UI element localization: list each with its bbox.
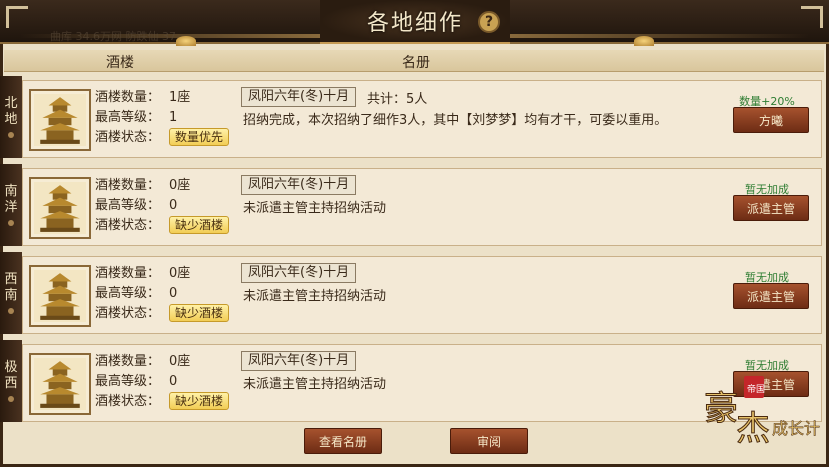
date-box: 凤阳六年(冬)十月 xyxy=(241,351,357,371)
tavern-tower-image xyxy=(34,358,86,410)
region-dot-icon xyxy=(8,220,14,226)
region-row: 酒楼数量： 1座 最高等级： 1 酒楼状态： 数量优先 凤阳六年(冬)十月 共计：5人… xyxy=(22,80,822,158)
tavern-icon xyxy=(29,353,91,415)
region-name-2: 地 xyxy=(4,112,18,127)
tavern-level: 0 xyxy=(169,374,178,389)
count-label: 酒楼数量： xyxy=(95,178,161,193)
tavern-level: 0 xyxy=(169,286,178,301)
region-tab: 极 西 xyxy=(0,340,22,422)
region-name-1: 南 xyxy=(4,184,18,199)
count-label: 酒楼数量： xyxy=(95,90,161,105)
level-label: 最高等级： xyxy=(95,374,161,389)
svg-text:成长计: 成长计 xyxy=(772,419,820,438)
level-label: 最高等级： xyxy=(95,110,161,125)
svg-text:杰: 杰 xyxy=(736,409,770,448)
region-row: 酒楼数量： 0座 最高等级： 0 酒楼状态： 缺少酒楼 凤阳六年(冬)十月 未派遣主管… xyxy=(22,168,822,246)
tavern-icon xyxy=(29,177,91,239)
status-label: 酒楼状态： xyxy=(95,394,161,409)
tavern-tower-image xyxy=(34,94,86,146)
status-badge: 数量优先 xyxy=(169,128,230,146)
level-label: 最高等级： xyxy=(95,286,161,301)
recruit-description: 未派遣主管主持招纳活动 xyxy=(243,289,387,304)
region-tab: 西 南 xyxy=(0,252,22,334)
date-box: 凤阳六年(冬)十月 xyxy=(241,175,357,195)
region-action-button[interactable]: 派遣主管 xyxy=(733,195,809,221)
close-icon[interactable] xyxy=(801,6,823,28)
region-dot-icon xyxy=(8,308,14,314)
header-tavern: 酒楼 xyxy=(106,55,134,71)
region-tab: 南 洋 xyxy=(0,164,22,246)
status-label: 酒楼状态： xyxy=(95,130,161,145)
status-label: 酒楼状态： xyxy=(95,306,161,321)
tavern-count: 1座 xyxy=(169,90,191,105)
top-bar: 曲库 34.6万网 防跌仙 37 各地细作 ? xyxy=(0,0,829,46)
region-action-button[interactable]: 派遣主管 xyxy=(733,283,809,309)
review-button[interactable]: 审阅 xyxy=(450,428,528,454)
tavern-count: 0座 xyxy=(169,354,191,369)
logo-image: 豪 杰 成长计 帝国 xyxy=(704,376,820,450)
total-count: 共计：5人 xyxy=(367,92,428,107)
region-dot-icon xyxy=(8,132,14,138)
status-badge: 缺少酒楼 xyxy=(169,216,230,234)
corner-ornament-left xyxy=(6,6,28,28)
region-row: 酒楼数量： 0座 最高等级： 0 酒楼状态： 缺少酒楼 凤阳六年(冬)十月 未派遣主管… xyxy=(22,256,822,334)
tavern-icon xyxy=(29,89,91,151)
region-tab: 北 地 xyxy=(0,76,22,158)
tavern-count: 0座 xyxy=(169,266,191,281)
status-label: 酒楼状态： xyxy=(95,218,161,233)
svg-text:豪: 豪 xyxy=(704,389,738,429)
tavern-count: 0座 xyxy=(169,178,191,193)
count-label: 酒楼数量： xyxy=(95,354,161,369)
region-name-1: 西 xyxy=(4,272,18,287)
tavern-tower-image xyxy=(34,270,86,322)
recruit-description: 未派遣主管主持招纳活动 xyxy=(243,377,387,392)
recruit-description: 招纳完成，本次招纳了细作3人，其中【刘梦梦】均有才干，可委以重用。 xyxy=(243,113,668,128)
tavern-icon xyxy=(29,265,91,327)
count-label: 酒楼数量： xyxy=(95,266,161,281)
tavern-info: 酒楼数量： 1座 最高等级： 1 酒楼状态： 数量优先 xyxy=(95,88,230,148)
recruit-description: 未派遣主管主持招纳活动 xyxy=(243,201,387,216)
game-logo: 豪 杰 成长计 帝国 xyxy=(700,368,820,450)
region-name-2: 洋 xyxy=(4,200,18,215)
page-title: 各地细作 xyxy=(366,11,463,36)
tavern-tower-image xyxy=(34,182,86,234)
region-name-1: 北 xyxy=(4,96,18,111)
tavern-level: 0 xyxy=(169,198,178,213)
region-name-1: 极 xyxy=(4,360,18,375)
date-box: 凤阳六年(冬)十月 xyxy=(241,87,357,107)
view-roster-button[interactable]: 查看名册 xyxy=(304,428,382,454)
status-badge: 缺少酒楼 xyxy=(169,392,230,410)
region-name-2: 南 xyxy=(4,288,18,303)
background-text: 曲库 34.6万网 防跌仙 37 xyxy=(50,30,176,43)
status-badge: 缺少酒楼 xyxy=(169,304,230,322)
help-icon[interactable]: ? xyxy=(478,11,500,33)
tavern-level: 1 xyxy=(169,110,178,125)
svg-text:帝国: 帝国 xyxy=(747,383,765,395)
tavern-info: 酒楼数量： 0座 最高等级： 0 酒楼状态： 缺少酒楼 xyxy=(95,352,230,412)
lamp-icon xyxy=(176,36,196,46)
table-header: 酒楼 名册 xyxy=(4,50,824,72)
tavern-info: 酒楼数量： 0座 最高等级： 0 酒楼状态： 缺少酒楼 xyxy=(95,264,230,324)
header-roster: 名册 xyxy=(402,55,430,71)
region-name-2: 西 xyxy=(4,376,18,391)
tavern-info: 酒楼数量： 0座 最高等级： 0 酒楼状态： 缺少酒楼 xyxy=(95,176,230,236)
date-box: 凤阳六年(冬)十月 xyxy=(241,263,357,283)
level-label: 最高等级： xyxy=(95,198,161,213)
region-dot-icon xyxy=(8,396,14,402)
region-action-button[interactable]: 方曦 xyxy=(733,107,809,133)
lamp-icon xyxy=(634,36,654,46)
